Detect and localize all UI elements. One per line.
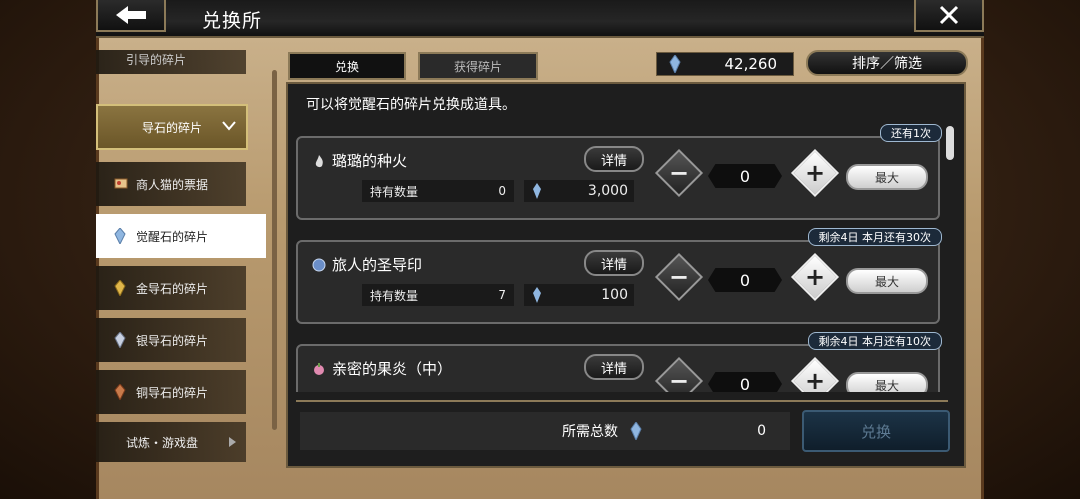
back-arrow-icon <box>116 6 146 24</box>
increase-button[interactable]: + <box>790 356 840 392</box>
sidebar: 引导的碎片 导石的碎片 商人猫的票据 觉醒石的碎片 金导石的碎片 银导石的碎片 <box>96 50 276 495</box>
close-icon <box>939 5 959 25</box>
sidebar-item-awakening-stone-fragments[interactable]: 觉醒石的碎片 <box>96 214 266 258</box>
sidebar-item-trial-game-board[interactable]: 试炼・游戏盘 <box>96 422 246 462</box>
detail-button[interactable]: 详情 <box>584 354 644 380</box>
held-label: 持有数量 <box>370 184 419 199</box>
sidebar-item-label: 商人猫的票据 <box>136 177 209 192</box>
list-item: 旅人的圣导印 详情 持有数量 7 100 − 0 + 最大 <box>296 240 940 324</box>
flame-icon <box>312 154 326 168</box>
quantity-display: 0 <box>708 268 782 292</box>
item-name: 旅人的圣导印 <box>312 254 422 275</box>
total-label: 所需总数 <box>562 424 618 440</box>
limit-badge: 剩余4日 本月还有10次 <box>807 332 942 350</box>
cost: 100 <box>524 284 634 306</box>
detail-button[interactable]: 详情 <box>584 250 644 276</box>
item-name: 璐璐的种火 <box>312 150 407 171</box>
fruit-icon <box>312 362 326 376</box>
sidebar-item-label: 铜导石的碎片 <box>136 385 209 400</box>
held-count: 持有数量 0 <box>362 180 514 202</box>
held-label: 持有数量 <box>370 288 419 303</box>
tab-get-fragments[interactable]: 获得碎片 <box>418 52 538 80</box>
decrease-button[interactable]: − <box>654 252 704 302</box>
page-title: 兑换所 <box>202 10 263 32</box>
list-item: 亲密的果炎（中） 详情 − 0 + 最大 <box>296 344 940 392</box>
cost: 3,000 <box>524 180 634 202</box>
minus-icon: − <box>668 159 690 187</box>
plus-icon: + <box>804 367 826 392</box>
divider <box>296 400 948 402</box>
minus-icon: − <box>668 263 690 291</box>
sidebar-item-guide-stone-fragments[interactable]: 导石的碎片 <box>96 104 248 150</box>
quantity-display: 0 <box>708 164 782 188</box>
quantity-display: 0 <box>708 372 782 392</box>
crystal-icon <box>630 422 642 440</box>
item-name-label: 亲密的果炎（中） <box>332 360 453 378</box>
sidebar-item-label: 试炼・游戏盘 <box>126 435 199 450</box>
max-button[interactable]: 最大 <box>846 164 928 190</box>
list-scrollbar[interactable] <box>946 126 954 160</box>
item-name-label: 璐璐的种火 <box>332 152 408 170</box>
exchange-list: 璐璐的种火 详情 持有数量 0 3,000 − 0 + 最大 还有1次 旅人的圣… <box>296 120 946 392</box>
sidebar-item-label: 觉醒石的碎片 <box>136 229 209 244</box>
held-value: 0 <box>498 184 506 198</box>
held-value: 7 <box>498 288 506 302</box>
decrease-button[interactable]: − <box>654 148 704 198</box>
chevron-down-icon <box>222 121 236 131</box>
limit-badge: 还有1次 <box>880 124 942 142</box>
gold-crystal-icon <box>114 279 128 298</box>
cost-value: 3,000 <box>587 183 628 199</box>
max-button[interactable]: 最大 <box>846 268 928 294</box>
limit-badge: 剩余4日 本月还有30次 <box>807 228 942 246</box>
chevron-right-icon <box>229 437 236 447</box>
increase-button[interactable]: + <box>790 252 840 302</box>
sidebar-item-guide-fragments[interactable]: 引导的碎片 <box>96 50 246 74</box>
sidebar-item-label: 金导石的碎片 <box>136 281 209 296</box>
exchange-button[interactable]: 兑换 <box>802 410 950 452</box>
tab-exchange[interactable]: 兑换 <box>288 52 406 80</box>
bronze-crystal-icon <box>114 383 128 402</box>
currency-value: 42,260 <box>724 55 778 73</box>
cost-value: 100 <box>601 287 628 303</box>
total-bar: 所需总数 0 <box>300 412 790 450</box>
seal-icon <box>312 258 326 272</box>
silver-crystal-icon <box>114 331 128 350</box>
detail-button[interactable]: 详情 <box>584 146 644 172</box>
back-button[interactable] <box>96 0 166 32</box>
plus-icon: + <box>804 263 826 291</box>
sidebar-item-merchant-cat-ticket[interactable]: 商人猫的票据 <box>96 162 246 206</box>
sidebar-item-bronze-stone-fragments[interactable]: 铜导石的碎片 <box>96 370 246 414</box>
description-text: 可以将觉醒石的碎片兑换成道具。 <box>306 97 516 113</box>
decrease-button[interactable]: − <box>654 356 704 392</box>
sort-filter-button[interactable]: 排序／筛选 <box>806 50 968 76</box>
sidebar-item-silver-stone-fragments[interactable]: 银导石的碎片 <box>96 318 246 362</box>
list-item: 璐璐的种火 详情 持有数量 0 3,000 − 0 + 最大 <box>296 136 940 220</box>
item-name-label: 旅人的圣导印 <box>332 256 423 274</box>
sidebar-item-gold-stone-fragments[interactable]: 金导石的碎片 <box>96 266 246 310</box>
sidebar-item-label: 引导的碎片 <box>126 52 187 67</box>
close-button[interactable] <box>914 0 984 32</box>
held-count: 持有数量 7 <box>362 284 514 306</box>
ticket-icon <box>114 176 128 192</box>
total-value: 0 <box>757 423 766 439</box>
crystal-icon <box>533 287 541 303</box>
plus-icon: + <box>804 159 826 187</box>
max-button[interactable]: 最大 <box>846 372 928 392</box>
item-name: 亲密的果炎（中） <box>312 358 452 379</box>
sidebar-scrollbar[interactable] <box>272 70 277 430</box>
increase-button[interactable]: + <box>790 148 840 198</box>
crystal-icon <box>533 183 541 199</box>
currency-display: 42,260 <box>656 52 794 76</box>
sidebar-item-label: 导石的碎片 <box>141 120 202 135</box>
minus-icon: − <box>668 367 690 392</box>
crystal-icon <box>114 227 128 246</box>
crystal-icon <box>669 55 681 73</box>
sidebar-item-label: 银导石的碎片 <box>136 333 209 348</box>
